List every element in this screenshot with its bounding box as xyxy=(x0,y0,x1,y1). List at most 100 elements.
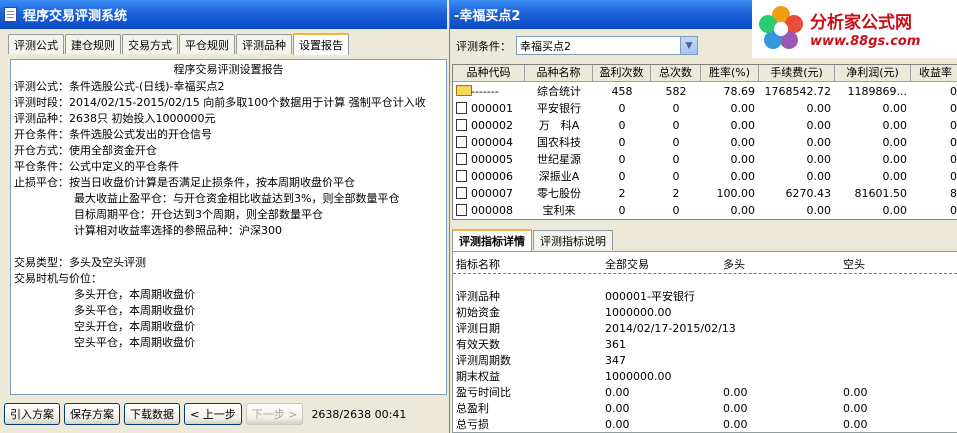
table-cell: 000002 xyxy=(471,119,513,132)
metric-detail-panel[interactable]: 指标名称 全部交易 多头 空头 评测品种 000001-平安银行 初始资金 10000… xyxy=(452,251,957,433)
table-cell: 000008 xyxy=(471,204,513,217)
table-cell: 万 科A xyxy=(538,119,580,132)
table-row[interactable]: 000005 世纪星源 0 0 0.00 0.00 0.00 0 xyxy=(453,151,957,168)
table-cell: 0 xyxy=(672,153,680,166)
table-cell: 0 xyxy=(618,119,626,132)
settings-report-panel[interactable]: 程序交易评测设置报告 评测公式：条件选股公式-(日线)-幸福买点2 评测时段：2… xyxy=(10,59,447,395)
chevron-down-icon[interactable]: ▼ xyxy=(680,37,697,54)
detail-row: 总盈利 0.00 0.00 0.00 xyxy=(453,401,957,417)
save-scheme-button[interactable]: 保存方案 xyxy=(64,403,120,425)
detail-row: 初始资金 1000000.00 xyxy=(453,305,957,321)
table-cell: 81601.50 xyxy=(854,187,908,200)
table-row[interactable]: 000001 平安银行 0 0 0.00 0.00 0.00 0 xyxy=(453,100,957,117)
condition-select-value: 幸福买点2 xyxy=(520,39,571,53)
tab-exit-rules[interactable]: 平仓规则 xyxy=(179,34,235,54)
tab-formula[interactable]: 评测公式 xyxy=(8,34,64,54)
tab-entry-rules[interactable]: 建仓规则 xyxy=(65,34,121,54)
report-window-titlebar[interactable]: 程序交易评测系统 xyxy=(0,0,447,29)
detail-row: 期末权益 1000000.00 xyxy=(453,369,957,385)
table-cell: 0 xyxy=(950,204,957,217)
detail-header-short: 空头 xyxy=(843,258,865,271)
table-cell: 综合统计 xyxy=(537,85,581,98)
detail-cell: 361 xyxy=(605,338,626,351)
results-window: -幸福买点2 评测条件： 幸福买点2 ▼ 品种代码 品种名称 盈利次数 总次数 … xyxy=(449,0,957,433)
tab-instruments[interactable]: 评测品种 xyxy=(236,34,292,54)
flower-logo-icon xyxy=(759,6,803,49)
report-line: 计算相对收益率选择的参照品种：沪深300 xyxy=(74,224,282,237)
stock-icon xyxy=(456,102,467,114)
table-cell: 0.00 xyxy=(806,153,832,166)
table-cell: 0.00 xyxy=(730,153,756,166)
table-cell: 0.00 xyxy=(806,136,832,149)
stock-icon xyxy=(456,204,467,216)
stock-icon xyxy=(456,187,467,199)
tab-metric-details[interactable]: 评测指标详情 xyxy=(452,229,532,251)
logo-text: 分析家公式网 xyxy=(810,13,912,33)
table-row[interactable]: 000007 零七股份 2 2 100.00 6270.43 81601.50 8 xyxy=(453,185,957,202)
detail-cell: 期末权益 xyxy=(456,370,500,383)
download-data-button[interactable]: 下载数据 xyxy=(124,403,180,425)
table-row[interactable]: 000006 深振业A 0 0 0.00 0.00 0.00 0 xyxy=(453,168,957,185)
table-cell: 0 xyxy=(950,153,957,166)
detail-cell: 0.00 xyxy=(843,418,868,431)
report-line: 止损平仓：按当日收盘价计算是否满足止损条件，按本周期收盘价平仓 xyxy=(14,176,355,189)
col-header-fees[interactable]: 手续费(元) xyxy=(759,65,835,82)
tab-trade-mode[interactable]: 交易方式 xyxy=(122,34,178,54)
prev-step-button[interactable]: < 上一步 xyxy=(184,403,242,425)
detail-cell: 0.00 xyxy=(723,418,748,431)
table-row[interactable]: ------- 综合统计 458 582 78.69 1768542.72 1189869.… xyxy=(453,83,957,100)
table-cell: 0 xyxy=(672,119,680,132)
table-cell: 0.00 xyxy=(730,102,756,115)
detail-cell: 总亏损 xyxy=(456,418,489,431)
detail-cell: 0.00 xyxy=(605,386,630,399)
table-cell: 458 xyxy=(611,85,633,98)
col-header-win-rate[interactable]: 胜率(%) xyxy=(701,65,759,82)
report-line: 空头开仓，本周期收盘价 xyxy=(74,320,195,333)
detail-row: 评测周期数 347 xyxy=(453,353,957,369)
table-cell: 0 xyxy=(950,85,957,98)
table-cell: 000004 xyxy=(471,136,513,149)
report-line: 多头开仓，本周期收盘价 xyxy=(74,288,195,301)
table-cell: 0.00 xyxy=(806,170,832,183)
report-line: 多头平仓，本周期收盘价 xyxy=(74,304,195,317)
table-cell: 582 xyxy=(665,85,687,98)
table-cell: 1189869... xyxy=(847,85,907,98)
table-cell: 0 xyxy=(672,102,680,115)
table-cell: 0.00 xyxy=(730,119,756,132)
results-table[interactable]: 品种代码 品种名称 盈利次数 总次数 胜率(%) 手续费(元) 净利润(元) 收… xyxy=(452,64,957,220)
table-cell: 0.00 xyxy=(882,102,908,115)
col-header-code[interactable]: 品种代码 xyxy=(453,65,525,82)
report-line: 评测时段：2014/02/15-2015/02/15 向前多取100个数据用于计… xyxy=(14,96,426,109)
detail-cell: 1000000.00 xyxy=(605,306,672,319)
table-cell: 0.00 xyxy=(806,102,832,115)
table-cell: 100.00 xyxy=(716,187,756,200)
report-line: 最大收益止盈平仓：与开仓资金相比收益达到3%，则全部数量平仓 xyxy=(74,192,400,205)
stock-icon xyxy=(456,136,467,148)
table-row[interactable]: 000004 国农科技 0 0 0.00 0.00 0.00 0 xyxy=(453,134,957,151)
tab-settings-report[interactable]: 设置报告 xyxy=(293,33,349,55)
table-cell: 0.00 xyxy=(806,119,832,132)
stock-icon xyxy=(456,119,467,131)
table-cell: 0.00 xyxy=(806,204,832,217)
next-step-button[interactable]: 下一步 > xyxy=(245,403,304,425)
table-cell: 6270.43 xyxy=(785,187,832,200)
table-cell: 0.00 xyxy=(882,170,908,183)
detail-cell: 0.00 xyxy=(723,402,748,415)
detail-row: 总亏损 0.00 0.00 0.00 xyxy=(453,417,957,432)
col-header-name[interactable]: 品种名称 xyxy=(525,65,593,82)
table-row[interactable]: 000002 万 科A 0 0 0.00 0.00 0.00 0 xyxy=(453,117,957,134)
col-header-total-count[interactable]: 总次数 xyxy=(651,65,701,82)
detail-cell: 000001-平安银行 xyxy=(605,290,695,303)
detail-row: 评测品种 000001-平安银行 xyxy=(453,289,957,305)
detail-cell: 0.00 xyxy=(605,418,630,431)
col-header-net-profit[interactable]: 净利润(元) xyxy=(835,65,911,82)
settings-tabs: 评测公式 建仓规则 交易方式 平仓规则 评测品种 设置报告 xyxy=(8,32,350,55)
col-header-return[interactable]: 收益率 xyxy=(911,65,957,82)
condition-select[interactable]: 幸福买点2 ▼ xyxy=(516,36,698,55)
table-row[interactable]: 000008 宝利来 0 0 0.00 0.00 0.00 0 xyxy=(453,202,957,219)
col-header-win-count[interactable]: 盈利次数 xyxy=(593,65,651,82)
import-scheme-button[interactable]: 引入方案 xyxy=(4,403,60,425)
tab-metric-description[interactable]: 评测指标说明 xyxy=(533,230,613,250)
stock-icon xyxy=(456,153,467,165)
table-cell: 平安银行 xyxy=(537,102,581,115)
